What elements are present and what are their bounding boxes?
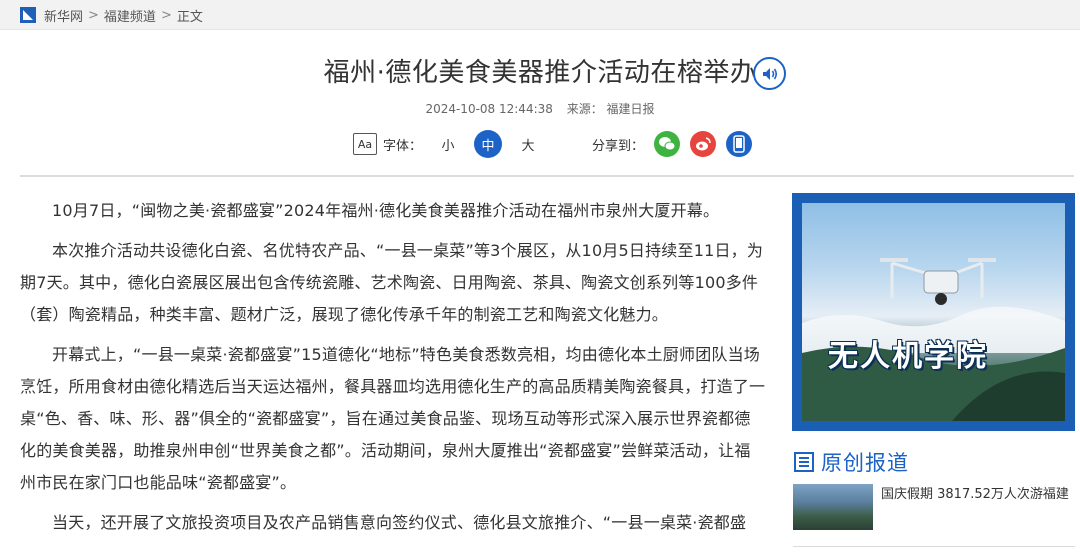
font-size-large-button[interactable]: 大	[514, 130, 542, 158]
header-divider	[20, 175, 1074, 177]
article-paragraph: 当天，还开展了文旅投资项目及农产品销售意向签约仪式、德化县文旅推介、“一县一桌菜…	[52, 513, 747, 532]
weibo-share-button[interactable]	[690, 131, 717, 157]
breadcrumb-separator: >	[88, 7, 99, 23]
weibo-icon	[696, 137, 711, 151]
font-size-small-button[interactable]: 小	[434, 130, 462, 158]
title-area: 福州·德化美食美器推介活动在榕举办	[0, 52, 1080, 89]
sidebar-ad-banner[interactable]: 无人机学院	[792, 193, 1075, 431]
share-label: 分享到：	[592, 138, 645, 154]
news-thumbnail[interactable]	[793, 484, 873, 530]
breadcrumb: 新华网 > 福建频道 > 正文	[20, 6, 203, 25]
sidebar-divider	[793, 546, 1075, 547]
original-reports-title: 原创报道	[821, 451, 909, 475]
article-toolbar: Aa 字体： 小 中 大 分享到：	[353, 130, 753, 158]
speaker-icon	[762, 67, 777, 80]
font-size-label: 字体：	[383, 138, 423, 154]
mobile-icon	[733, 135, 745, 153]
breadcrumb-home-link[interactable]: 新华网	[44, 6, 83, 25]
article-paragraph: 本次推介活动共设德化白瓷、名优特农产品、“一县一桌菜”等3个展区，从10月5日持…	[20, 241, 764, 324]
mobile-share-button[interactable]	[726, 131, 753, 157]
drone-illustration-icon	[802, 258, 1065, 421]
article-datetime: 2024-10-08 12:44:38	[425, 102, 553, 116]
breadcrumb-channel-link[interactable]: 福建频道	[104, 6, 156, 25]
drone-academy-image: 无人机学院	[802, 203, 1065, 421]
font-size-icon: Aa	[353, 133, 377, 155]
news-title-link[interactable]: 国庆假期 3817.52万人次游福建	[881, 484, 1069, 532]
article-source: 来源： 福建日报	[566, 102, 655, 116]
original-reports-header: 原创报道	[793, 449, 909, 475]
article-body: 10月7日，“闽物之美·瓷都盛宴”2024年福州·德化美食美器推介活动在福州市泉…	[20, 195, 766, 547]
top-bar: 新华网 > 福建频道 > 正文	[0, 0, 1080, 30]
audio-play-button[interactable]	[753, 57, 786, 90]
sidebar-news-item[interactable]: 国庆假期 3817.52万人次游福建	[793, 484, 1075, 532]
article-paragraph: 开幕式上，“一县一桌菜·瓷都盛宴”15道德化“地标”特色美食悉数亮相，均由德化本…	[20, 345, 766, 492]
breadcrumb-separator: >	[160, 7, 172, 23]
font-size-medium-button[interactable]: 中	[474, 130, 503, 158]
wechat-icon	[659, 137, 676, 151]
article-paragraph: 10月7日，“闽物之美·瓷都盛宴”2024年福州·德化美食美器推介活动在福州市泉…	[52, 201, 720, 220]
article-meta: 2024-10-08 12:44:38 来源： 福建日报	[0, 100, 1080, 117]
xinhua-logo-icon[interactable]	[20, 7, 36, 23]
ad-title: 无人机学院	[828, 339, 988, 374]
report-list-icon	[794, 452, 814, 472]
article-title: 福州·德化美食美器推介活动在榕举办	[323, 58, 757, 88]
breadcrumb-current: 正文	[176, 9, 203, 25]
wechat-share-button[interactable]	[654, 131, 681, 157]
